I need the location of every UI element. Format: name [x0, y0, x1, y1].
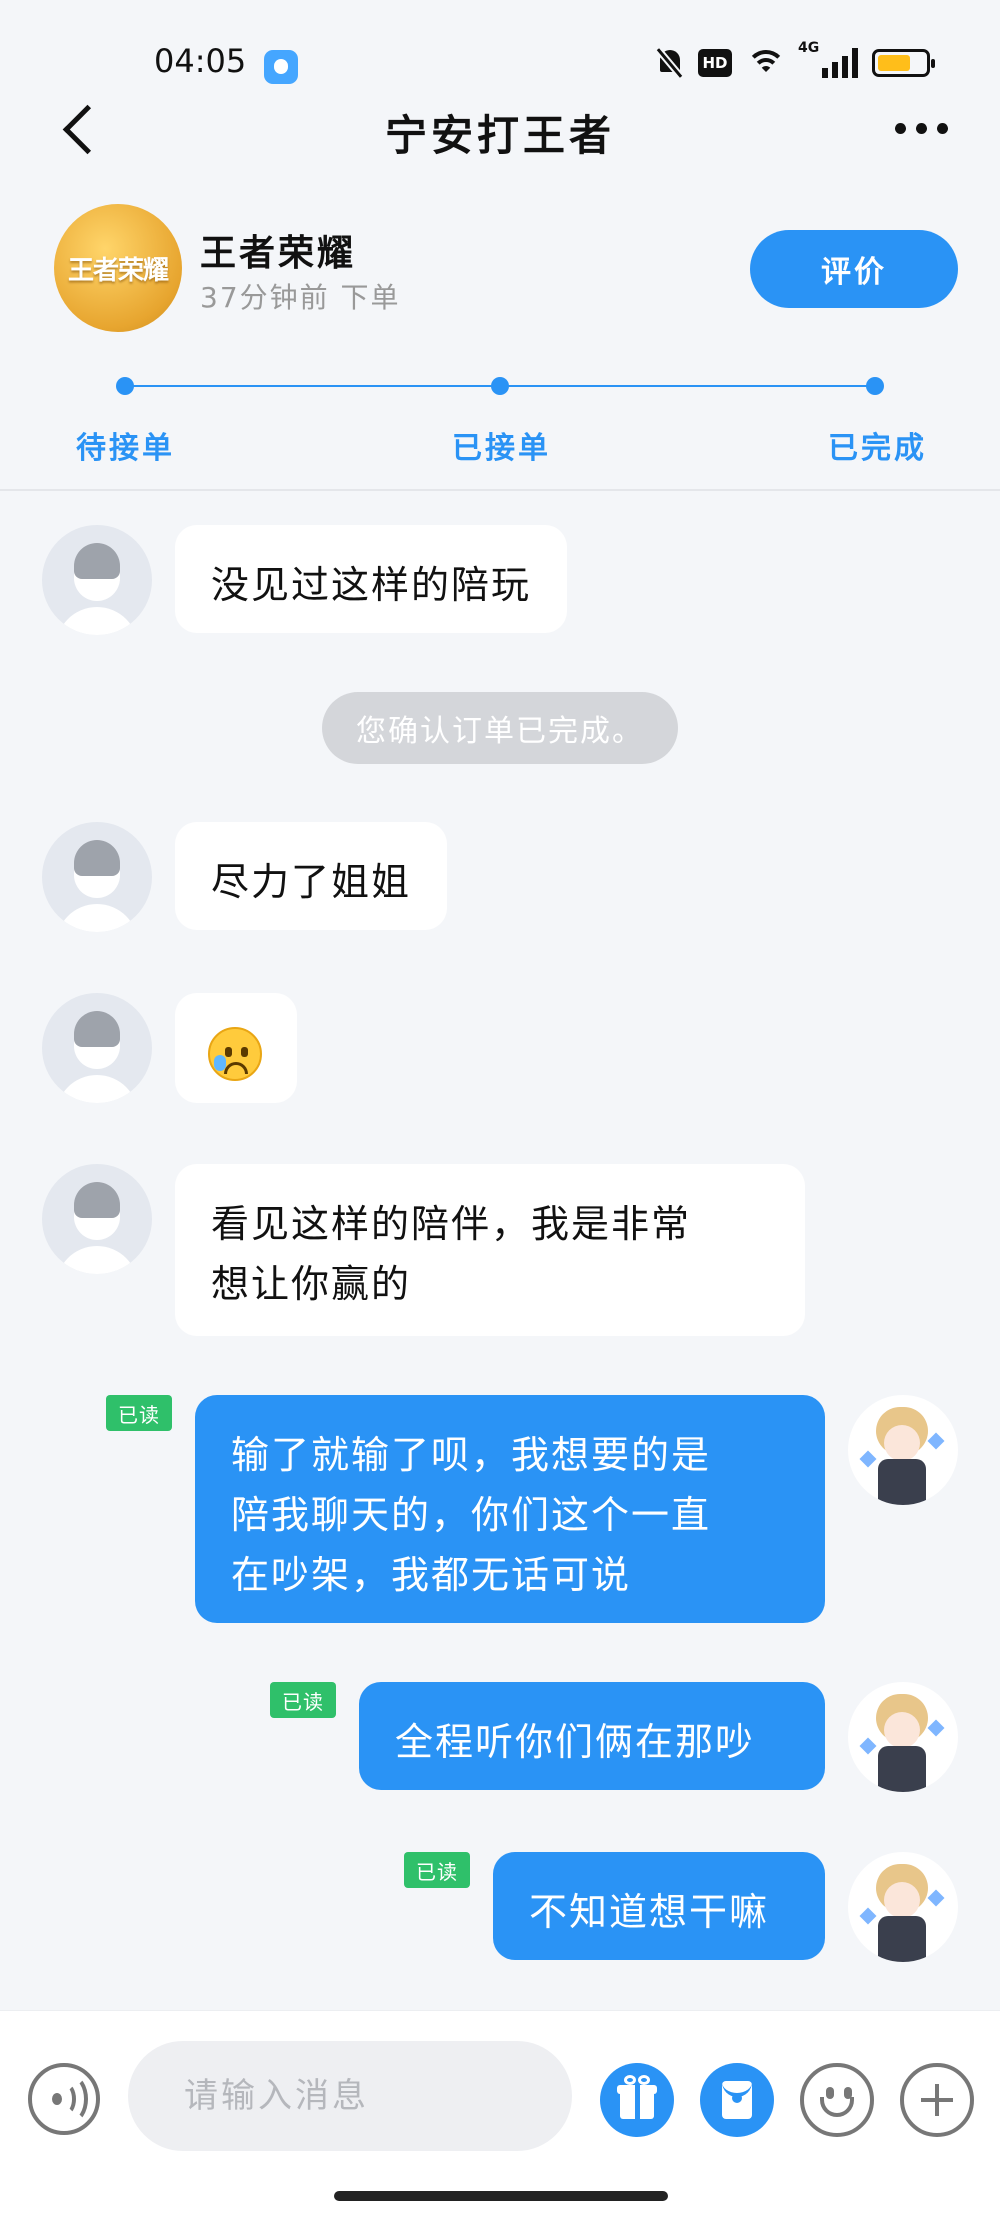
game-logo-text: 王者荣耀: [67, 255, 169, 286]
order-time: 37分钟前 下单: [200, 281, 401, 314]
read-tag: 已读: [270, 1682, 336, 1718]
rate-button[interactable]: 评价: [750, 230, 958, 308]
game-logo: 王者荣耀: [54, 204, 182, 332]
voice-button[interactable]: [28, 2063, 100, 2135]
bell-off-icon: [656, 48, 684, 78]
read-tag: 已读: [106, 1395, 172, 1431]
avatar[interactable]: [42, 1164, 152, 1274]
signal-icon: 4G: [798, 40, 858, 78]
battery-icon: [872, 49, 935, 77]
avatar[interactable]: [42, 525, 152, 635]
wifi-icon: [746, 48, 786, 78]
status-icons: HD 4G: [656, 40, 935, 78]
more-icon: [894, 122, 906, 134]
status-time: 04:05: [154, 42, 247, 80]
hd-icon: HD: [698, 49, 732, 77]
header: 宁安打王者: [0, 88, 1000, 168]
message-text: 全程听你们俩在那吵: [395, 1720, 756, 1764]
message-text-line: 陪我聊天的，你们这个一直: [231, 1493, 712, 1537]
message-text: 不知道想干嘛: [529, 1890, 770, 1934]
read-tag: 已读: [404, 1852, 470, 1888]
message-bubble[interactable]: 尽力了姐姐: [175, 822, 448, 930]
my-avatar[interactable]: [848, 1852, 958, 1962]
message-text: 尽力了姐姐: [211, 860, 412, 904]
avatar[interactable]: [42, 822, 152, 932]
step-label-accepted: 已接单: [452, 431, 551, 466]
system-notice: 您确认订单已完成。: [322, 692, 678, 764]
my-avatar[interactable]: [848, 1395, 958, 1505]
red-packet-button[interactable]: [700, 2063, 774, 2137]
message-text-line: 看见这样的陪伴，我是非常: [211, 1202, 692, 1246]
avatar[interactable]: [42, 993, 152, 1103]
game-name: 王者荣耀: [200, 233, 357, 274]
sad-sweat-emoji-icon: [208, 1027, 262, 1081]
message-bubble[interactable]: 没见过这样的陪玩: [175, 525, 568, 633]
step-label-completed: 已完成: [828, 431, 927, 466]
progress-dot-accepted: [491, 377, 509, 395]
my-avatar[interactable]: [848, 1682, 958, 1792]
page-title: 宁安打王者: [384, 111, 615, 160]
message-input[interactable]: [128, 2041, 572, 2151]
message-text-line: 输了就输了呗，我想要的是: [231, 1433, 712, 1477]
progress-dot-completed: [866, 377, 884, 395]
more-actions-button[interactable]: [900, 2063, 974, 2137]
more-button[interactable]: [886, 108, 956, 148]
message-bubble-mine[interactable]: 输了就输了呗，我想要的是 陪我聊天的，你们这个一直 在吵架，我都无话可说: [195, 1395, 825, 1623]
message-bubble-mine[interactable]: 全程听你们俩在那吵: [359, 1682, 825, 1790]
app-notification-icon: [264, 50, 298, 84]
emoji-button[interactable]: [800, 2063, 874, 2137]
home-indicator[interactable]: [334, 2191, 668, 2201]
progress-dot-pending: [116, 377, 134, 395]
divider: [0, 489, 1000, 491]
network-type-label: 4G: [798, 40, 820, 56]
gift-button[interactable]: [600, 2063, 674, 2137]
message-bubble-mine[interactable]: 不知道想干嘛: [493, 1852, 825, 1960]
order-card: 王者荣耀 王者荣耀 37分钟前 下单 评价 待接单 已接单 已完成: [0, 180, 1000, 490]
message-text-line: 想让你赢的: [211, 1262, 412, 1306]
battery-fill: [878, 55, 911, 71]
step-label-pending: 待接单: [76, 431, 175, 466]
message-text: 没见过这样的陪玩: [211, 563, 532, 607]
message-bubble[interactable]: 看见这样的陪伴，我是非常 想让你赢的: [175, 1164, 805, 1336]
message-text-line: 在吵架，我都无话可说: [231, 1553, 632, 1597]
